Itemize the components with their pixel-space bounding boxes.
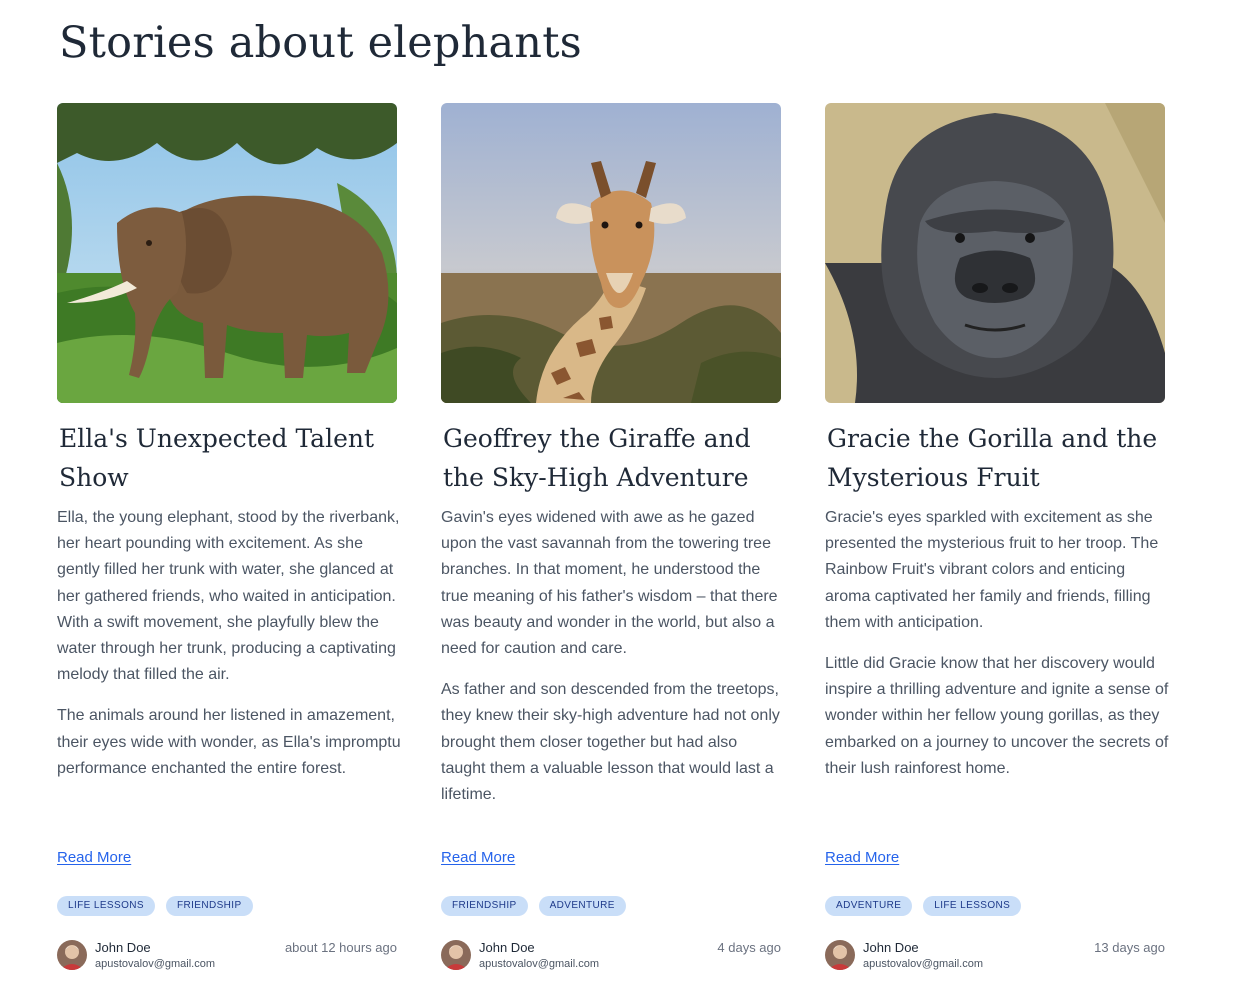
story-title: Geoffrey the Giraffe and the Sky-High Ad…	[443, 424, 751, 492]
story-paragraph: Gracie's eyes sparkled with excitement a…	[825, 509, 1159, 631]
avatar[interactable]	[825, 940, 855, 970]
tag-life-lessons[interactable]: LIFE LESSONS	[923, 896, 1022, 916]
story-excerpt: Ella, the young elephant, stood by the r…	[57, 505, 401, 797]
author-email: apustovalov@gmail.com	[863, 958, 983, 970]
tag-list: ADVENTURE LIFE LESSONS	[825, 896, 1022, 916]
author-block: John Doe apustovalov@gmail.com 13 days a…	[825, 938, 1165, 972]
author-email: apustovalov@gmail.com	[479, 958, 599, 970]
author-name: John Doe	[479, 940, 535, 955]
giraffe-photo[interactable]	[441, 103, 781, 403]
elephant-photo[interactable]	[57, 103, 397, 403]
story-paragraph: Ella, the young elephant, stood by the r…	[57, 509, 400, 684]
story-title: Gracie the Gorilla and the Mysterious Fr…	[827, 424, 1158, 492]
posted-time: 4 days ago	[717, 940, 781, 955]
tag-life-lessons[interactable]: LIFE LESSONS	[57, 896, 155, 916]
tag-adventure[interactable]: ADVENTURE	[825, 896, 913, 916]
author-block: John Doe apustovalov@gmail.com about 12 …	[57, 938, 397, 972]
posted-time: 13 days ago	[1094, 940, 1165, 955]
read-more-link[interactable]: Read More	[825, 849, 899, 866]
avatar[interactable]	[57, 940, 87, 970]
posted-time: about 12 hours ago	[284, 940, 397, 955]
story-card-geoffrey: Geoffrey the Giraffe and the Sky-High Ad…	[441, 103, 781, 993]
author-name: John Doe	[95, 940, 151, 955]
author-name: John Doe	[863, 940, 919, 955]
story-card-ella: Ella's Unexpected Talent Show Ella, the …	[57, 103, 401, 993]
tag-list: FRIENDSHIP ADVENTURE	[441, 896, 626, 916]
story-paragraph: As father and son descended from the tre…	[441, 681, 780, 804]
author-email: apustovalov@gmail.com	[95, 958, 215, 970]
tag-list: LIFE LESSONS FRIENDSHIP	[57, 896, 253, 916]
story-paragraph: Gavin's eyes widened with awe as he gaze…	[441, 509, 778, 658]
page-title: Stories about elephants	[59, 18, 582, 68]
read-more-link[interactable]: Read More	[441, 849, 515, 866]
story-card-gracie: Gracie the Gorilla and the Mysterious Fr…	[825, 103, 1168, 993]
avatar[interactable]	[441, 940, 471, 970]
story-excerpt: Gavin's eyes widened with awe as he gaze…	[441, 505, 785, 823]
tag-adventure[interactable]: ADVENTURE	[538, 896, 626, 916]
read-more-link[interactable]: Read More	[57, 849, 131, 866]
gorilla-photo[interactable]	[825, 103, 1165, 403]
tag-friendship[interactable]: FRIENDSHIP	[165, 896, 253, 916]
story-excerpt: Gracie's eyes sparkled with excitement a…	[825, 505, 1169, 797]
tag-friendship[interactable]: FRIENDSHIP	[441, 896, 528, 916]
story-paragraph: Little did Gracie know that her discover…	[825, 655, 1169, 777]
author-block: John Doe apustovalov@gmail.com 4 days ag…	[441, 938, 781, 972]
story-title: Ella's Unexpected Talent Show	[59, 424, 375, 492]
story-paragraph: The animals around her listened in amaze…	[57, 707, 401, 777]
